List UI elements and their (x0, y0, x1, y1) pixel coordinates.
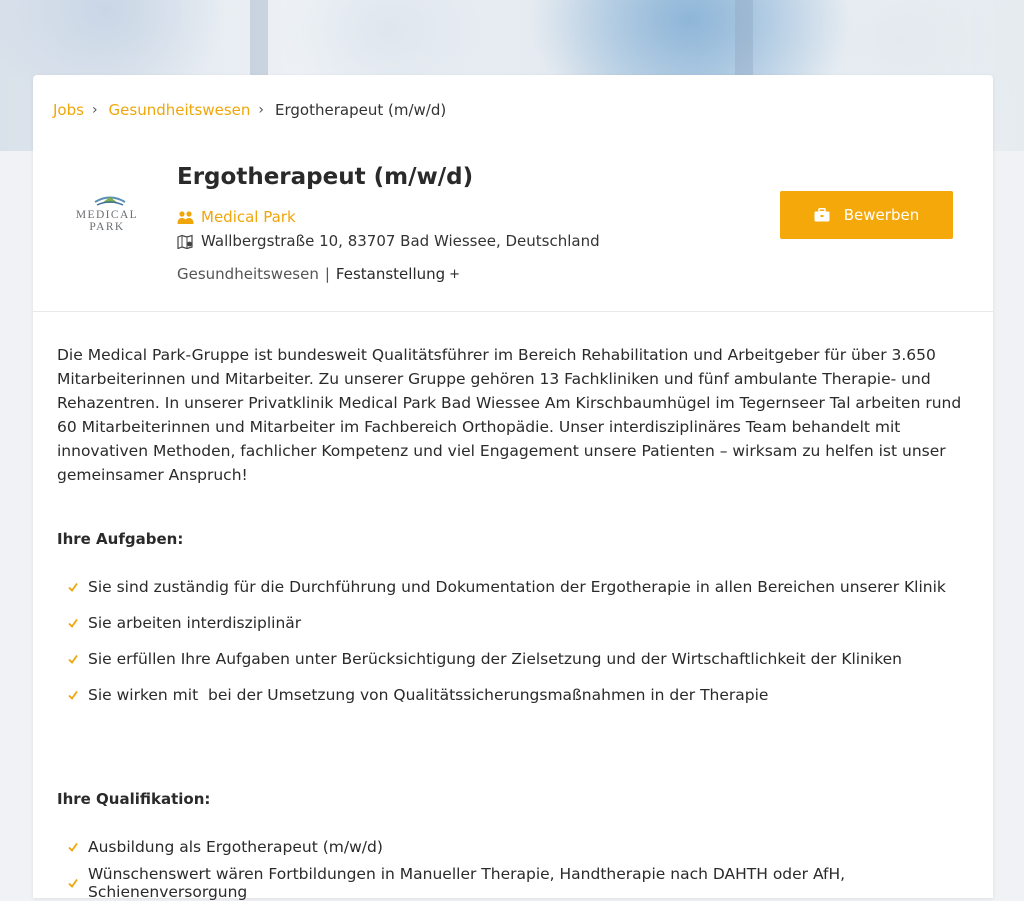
list-item-text: Ausbildung als Ergotherapeut (m/w/d) (88, 838, 383, 856)
breadcrumb-link-gesundheitswesen[interactable]: Gesundheitswesen (109, 101, 251, 119)
company-logo: MEDICAL PARK (57, 189, 157, 233)
company-people-icon (177, 210, 194, 224)
apply-button-label: Bewerben (843, 206, 920, 224)
header-divider (33, 311, 993, 312)
checkmark-icon (68, 582, 78, 592)
breadcrumb-current: Ergotherapeut (m/w/d) (275, 101, 447, 119)
list-item: Sie wirken mit bei der Umsetzung von Qua… (57, 677, 977, 713)
checkmark-icon (68, 690, 78, 700)
list-item: Sie erfüllen Ihre Aufgaben unter Berücks… (57, 641, 977, 677)
list-item-text: Sie wirken mit bei der Umsetzung von Qua… (88, 686, 769, 704)
list-item-text: Sie erfüllen Ihre Aufgaben unter Berücks… (88, 650, 903, 668)
qualifications-heading: Ihre Qualifikation: (57, 790, 211, 808)
company-link[interactable]: Medical Park (201, 208, 296, 226)
job-card: Jobs › Gesundheitswesen › Ergotherapeut … (33, 75, 993, 901)
job-address: Wallbergstraße 10, 83707 Bad Wiessee, De… (201, 232, 600, 250)
list-item-text: Wünschenswert wären Fortbildungen in Man… (88, 865, 846, 901)
list-item-text: Sie sind zuständig für die Durchführung … (88, 578, 946, 596)
checkmark-icon (68, 618, 78, 628)
logo-wordmark: MEDICAL PARK (75, 209, 139, 233)
list-item: Sie arbeiten interdisziplinär (57, 605, 977, 641)
map-pin-icon (177, 234, 193, 249)
chevron-right-icon: › (258, 102, 265, 118)
job-title: Ergotherapeut (m/w/d) (177, 164, 474, 190)
job-meta: Gesundheitswesen | Festanstellung + (177, 265, 460, 283)
checkmark-icon (68, 878, 78, 888)
chevron-right-icon: › (91, 102, 98, 118)
checkmark-icon (68, 654, 78, 664)
list-item: Sie sind zuständig für die Durchführung … (57, 569, 977, 605)
breadcrumb: Jobs › Gesundheitswesen › Ergotherapeut … (53, 100, 446, 120)
company-row: Medical Park (177, 208, 296, 226)
checkmark-icon (68, 842, 78, 852)
job-category: Gesundheitswesen (177, 265, 319, 283)
job-intro: Die Medical Park-Gruppe ist bundesweit Q… (57, 346, 962, 484)
list-item: Ausbildung als Ergotherapeut (m/w/d) (57, 829, 977, 865)
apply-button[interactable]: Bewerben (780, 191, 953, 239)
tasks-heading: Ihre Aufgaben: (57, 530, 184, 548)
address-row: Wallbergstraße 10, 83707 Bad Wiessee, De… (177, 232, 600, 250)
employment-more-toggle[interactable]: + (449, 267, 460, 282)
meta-separator: | (324, 265, 330, 283)
logo-mark-icon (94, 196, 126, 206)
list-item: Wünschenswert wären Fortbildungen in Man… (57, 865, 977, 901)
employment-type[interactable]: Festanstellung (336, 265, 445, 283)
briefcase-icon (814, 208, 830, 222)
list-item-text: Sie arbeiten interdisziplinär (88, 614, 302, 632)
tasks-list: Sie sind zuständig für die Durchführung … (57, 569, 977, 713)
breadcrumb-link-jobs[interactable]: Jobs (53, 101, 84, 119)
qualifications-list: Ausbildung als Ergotherapeut (m/w/d) Wün… (57, 829, 977, 901)
